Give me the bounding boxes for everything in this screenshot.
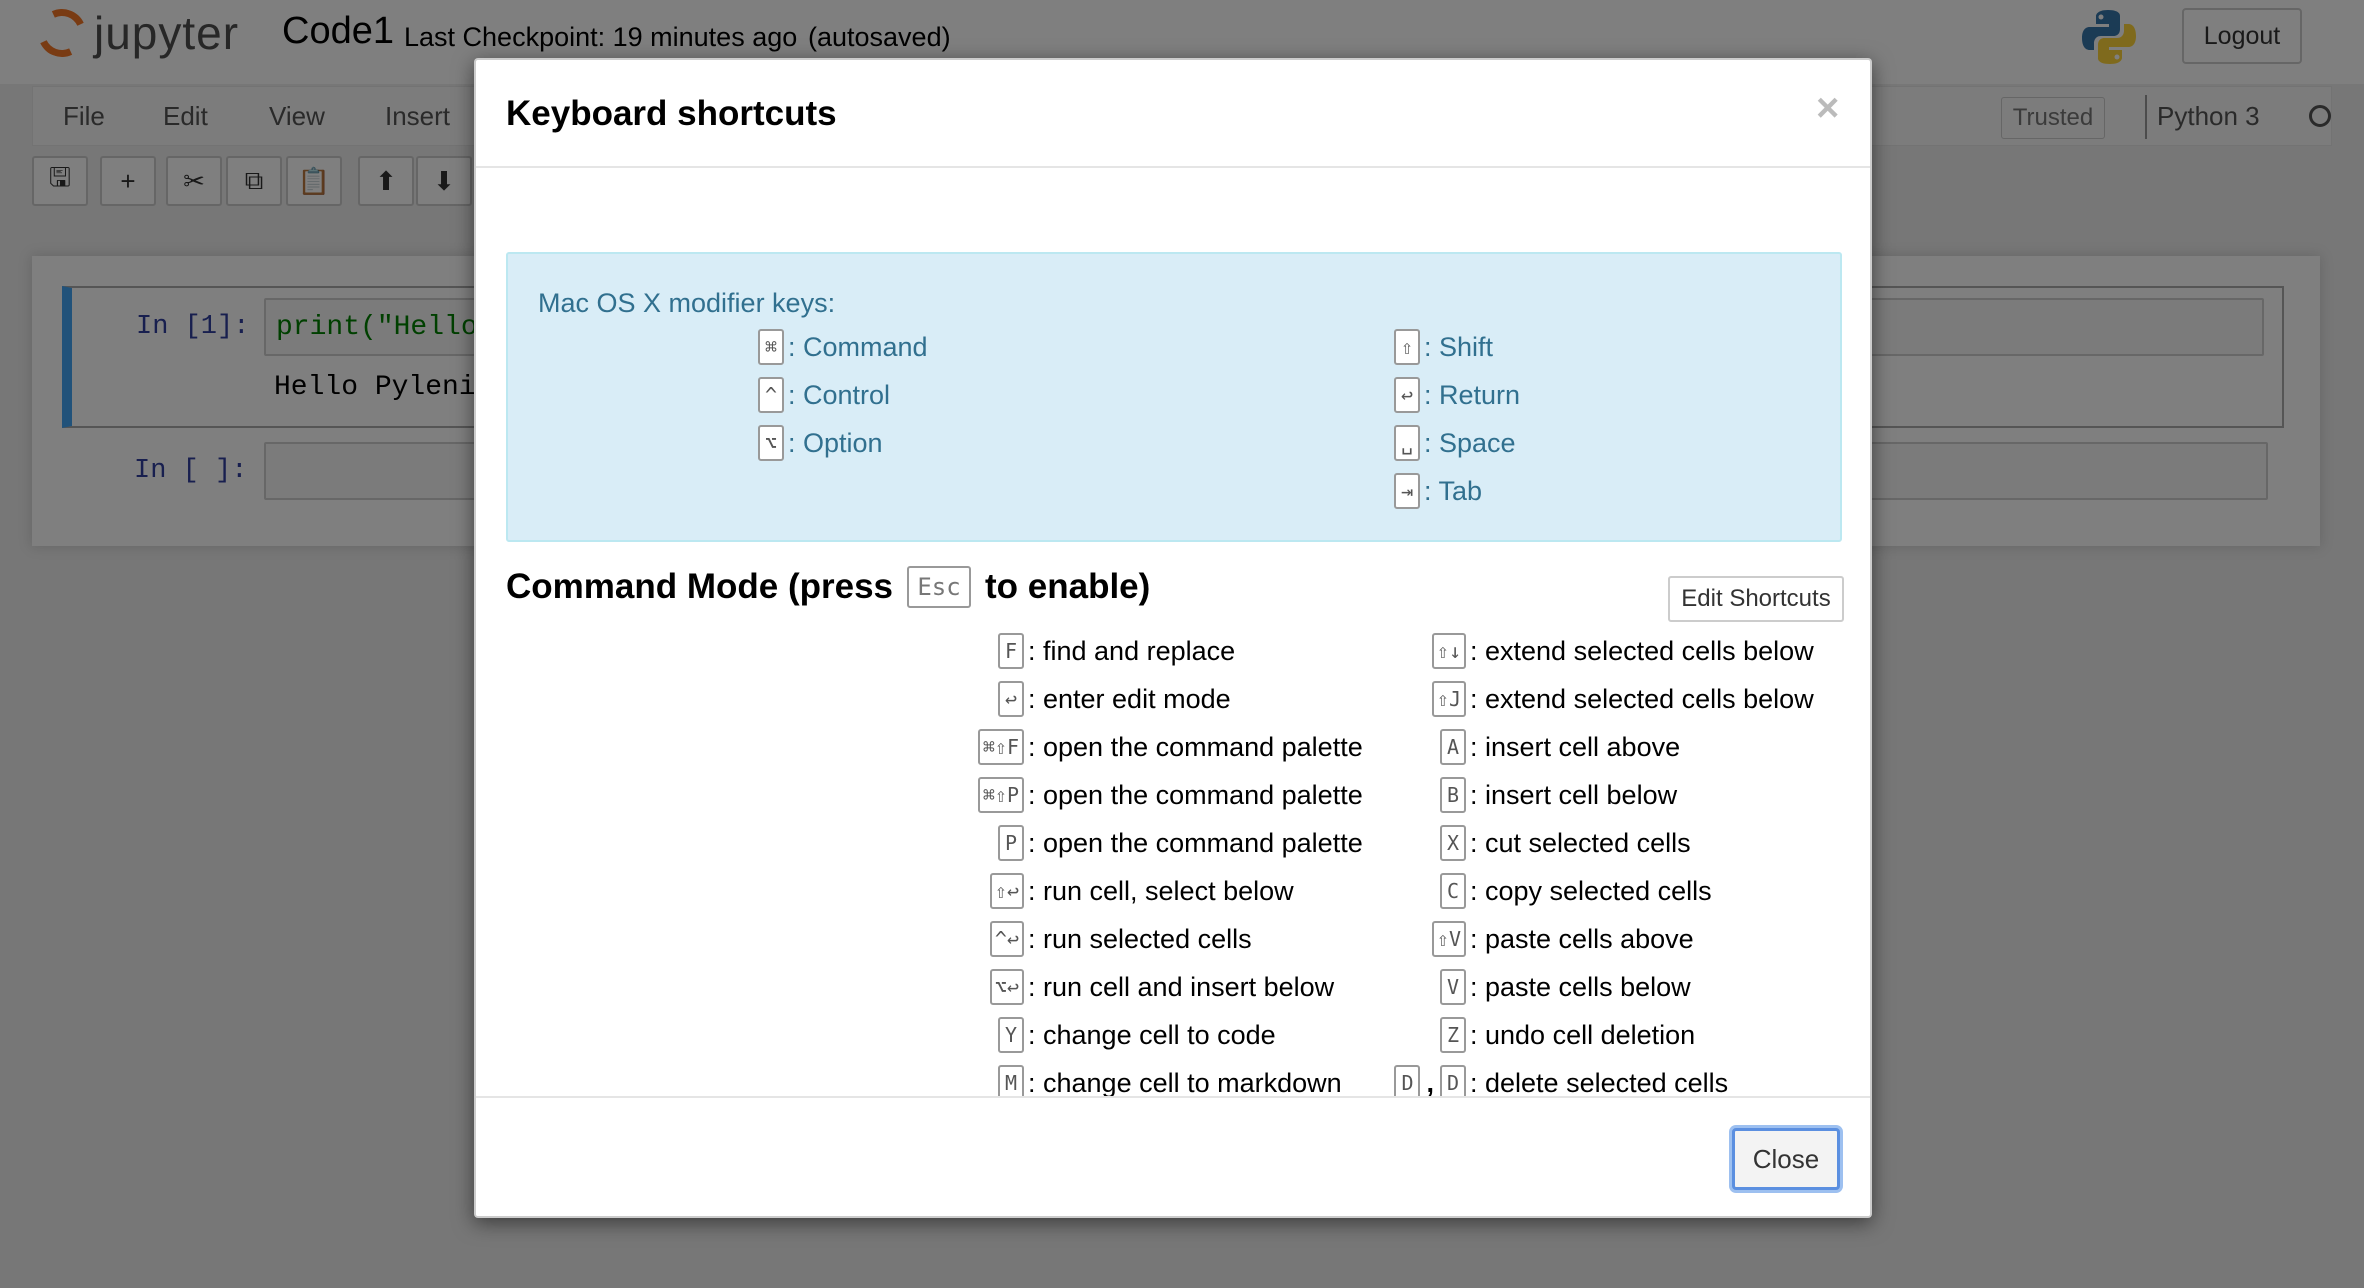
return-key-icon: ↩	[1394, 377, 1420, 413]
shortcut-desc: : insert cell above	[1470, 731, 1681, 762]
shortcut-desc: : paste cells above	[1470, 923, 1694, 954]
shortcut-row: C: copy selected cells	[476, 870, 1712, 912]
esc-key-icon: Esc	[907, 566, 971, 608]
edit-shortcuts-button[interactable]: Edit Shortcuts	[1668, 576, 1844, 622]
dialog-title: Keyboard shortcuts	[506, 94, 837, 133]
key-icon: ⇧J	[1431, 681, 1466, 717]
mac-key-desc: : Shift	[1424, 331, 1494, 362]
shortcut-row: Z: undo cell deletion	[476, 1014, 1695, 1056]
space-key-icon: ␣	[1394, 425, 1420, 461]
mac-key-row: ↩ : Return	[508, 374, 1520, 416]
mac-key-desc: : Space	[1424, 427, 1516, 458]
command-mode-suffix: to enable)	[985, 567, 1151, 606]
shift-key-icon: ⇧	[1394, 329, 1420, 365]
keyboard-shortcuts-dialog: Keyboard shortcuts × Mac OS X modifier k…	[474, 58, 1872, 1218]
mac-key-row: ␣ : Space	[508, 422, 1516, 464]
mac-modifier-title: Mac OS X modifier keys:	[538, 288, 836, 318]
shortcut-desc: : cut selected cells	[1470, 827, 1691, 858]
shortcut-desc: : extend selected cells below	[1470, 635, 1814, 666]
shortcut-row: X: cut selected cells	[476, 822, 1691, 864]
key-icon: ⇧V	[1431, 921, 1466, 957]
mac-key-desc: : Tab	[1424, 475, 1483, 506]
shortcut-row: ⇧↓: extend selected cells below	[476, 630, 1814, 672]
shortcut-desc: : paste cells below	[1470, 971, 1691, 1002]
key-icon: Z	[1440, 1017, 1466, 1053]
key-icon: C	[1440, 873, 1466, 909]
mac-key-desc: : Return	[1424, 379, 1521, 410]
shortcut-desc: : undo cell deletion	[1470, 1019, 1696, 1050]
key-icon: A	[1440, 729, 1466, 765]
key-separator: ,	[1426, 1067, 1434, 1098]
key-icon: X	[1440, 825, 1466, 861]
key-icon: ⇧↓	[1431, 633, 1466, 669]
key-icon: V	[1440, 969, 1466, 1005]
shortcut-desc: : insert cell below	[1470, 779, 1678, 810]
shortcut-row: ⇧V: paste cells above	[476, 918, 1694, 960]
shortcut-row: A: insert cell above	[476, 726, 1680, 768]
key-icon: B	[1440, 777, 1466, 813]
command-mode-heading: Command Mode (press Esc to enable)	[506, 566, 1150, 608]
close-button[interactable]: Close	[1732, 1128, 1840, 1190]
shortcut-row: ⇧J: extend selected cells below	[476, 678, 1814, 720]
dialog-footer: Close	[476, 1096, 1870, 1216]
mac-key-row: ⇥ : Tab	[508, 470, 1482, 512]
dialog-header: Keyboard shortcuts ×	[476, 60, 1870, 168]
command-mode-prefix: Command Mode (press	[506, 567, 893, 606]
shortcut-desc: : copy selected cells	[1470, 875, 1712, 906]
shortcut-row: B: insert cell below	[476, 774, 1677, 816]
mac-modifier-keys-panel: Mac OS X modifier keys: ⌘ : Command ^ : …	[506, 252, 1842, 542]
tab-key-icon: ⇥	[1394, 473, 1420, 509]
shortcut-desc: : extend selected cells below	[1470, 683, 1814, 714]
mac-key-row: ⇧ : Shift	[508, 326, 1493, 368]
close-icon[interactable]: ×	[1816, 86, 1839, 131]
dialog-body[interactable]: Mac OS X modifier keys: ⌘ : Command ^ : …	[476, 168, 1870, 1154]
shortcut-row: V: paste cells below	[476, 966, 1691, 1008]
shortcut-desc: : delete selected cells	[1470, 1067, 1729, 1098]
